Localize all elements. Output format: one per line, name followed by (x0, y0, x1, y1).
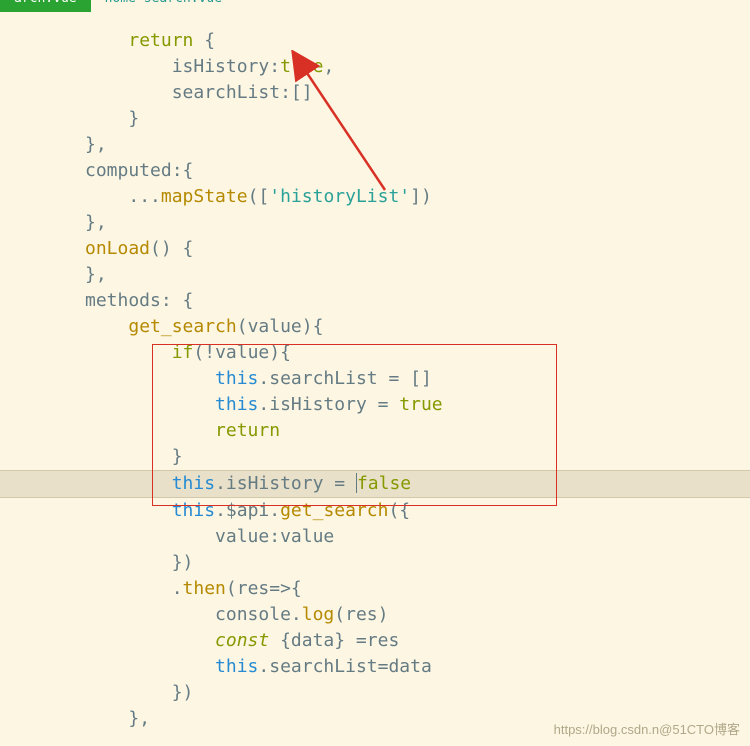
prop-isHistory: isHistory: (172, 56, 280, 77)
console: console. (215, 604, 302, 625)
brace: }) (172, 552, 194, 573)
then-call: then (183, 578, 226, 599)
get_search-method: get_search (128, 316, 236, 337)
brace: }, (128, 708, 150, 729)
paren: () { (150, 238, 193, 259)
brace: } (172, 446, 183, 467)
this-keyword: this (172, 473, 215, 494)
keyword-return: return (128, 30, 193, 51)
tab-inactive[interactable]: home-search.vue (91, 0, 236, 12)
keyword-const: const (215, 630, 269, 651)
param: (value){ (237, 316, 324, 337)
this-keyword: this (172, 500, 215, 521)
prop-access: .isHistory = (258, 394, 399, 415)
mapState-call: mapState (161, 186, 248, 207)
arg: (res) (334, 604, 388, 625)
paren-close: ]) (410, 186, 432, 207)
string-historyList: 'historyList' (269, 186, 410, 207)
prop-value: value:value (215, 526, 334, 547)
brace: }, (85, 134, 107, 155)
methods-prop: methods: { (85, 290, 193, 311)
brace: { (193, 30, 215, 51)
computed-prop: computed:{ (85, 160, 193, 181)
prop-access: .isHistory = (215, 473, 356, 494)
keyword-if: if (172, 342, 194, 363)
spread: ... (128, 186, 161, 207)
keyword-return: return (215, 420, 280, 441)
prop-access: .searchList = [] (258, 368, 431, 389)
this-keyword: this (215, 656, 258, 677)
value-true: true (399, 394, 442, 415)
brace: }) (172, 682, 194, 703)
prop-access: .$api. (215, 500, 280, 521)
this-keyword: this (215, 394, 258, 415)
tab-active[interactable]: arch.vue (0, 0, 91, 12)
this-keyword: this (215, 368, 258, 389)
destructure: {data} =res (269, 630, 399, 651)
cursor-line: this.isHistory = false (0, 470, 750, 498)
condition: (!value){ (193, 342, 291, 363)
get_search-call: get_search (280, 500, 388, 521)
dot: . (172, 578, 183, 599)
tab-bar: arch.vue home-search.vue (0, 0, 750, 12)
paren: ([ (248, 186, 270, 207)
prop-searchList: searchList:[] (172, 82, 313, 103)
brace: } (128, 108, 139, 129)
value-false: false (357, 473, 411, 494)
brace: }, (85, 264, 107, 285)
log-call: log (302, 604, 335, 625)
value-true: true (280, 56, 323, 77)
onLoad-method: onLoad (85, 238, 150, 259)
comma: , (323, 56, 334, 77)
arrow-fn: (res=>{ (226, 578, 302, 599)
prop-access: .searchList=data (258, 656, 431, 677)
code-editor[interactable]: return { isHistory:true, searchList:[] }… (0, 12, 750, 732)
brace: }, (85, 212, 107, 233)
paren: ({ (388, 500, 410, 521)
watermark: https://blog.csdn.n@51CTO博客 (554, 719, 740, 738)
